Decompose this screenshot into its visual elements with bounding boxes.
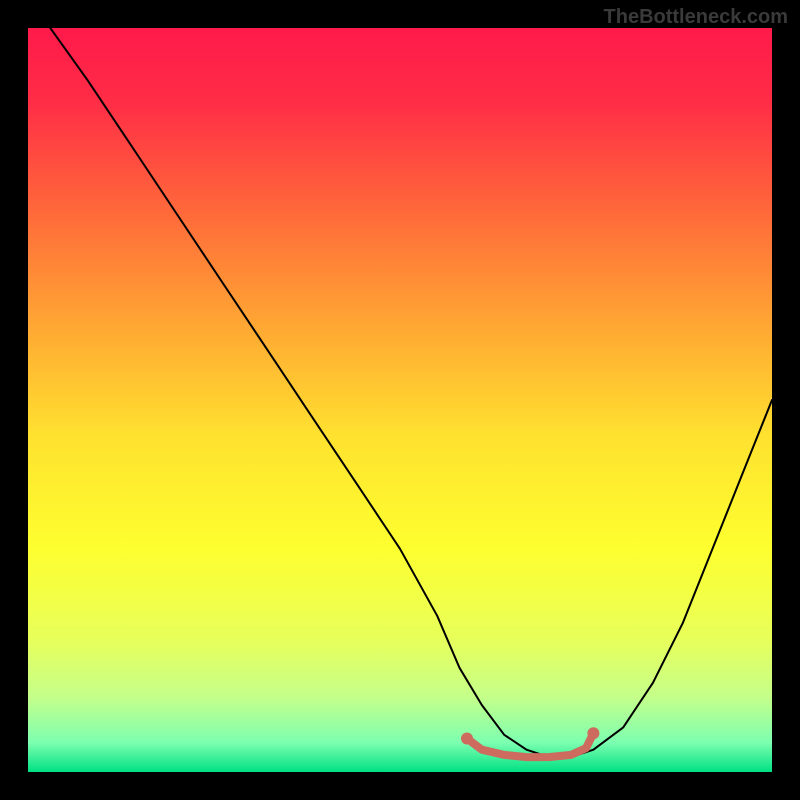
plot-area <box>28 28 772 772</box>
optimal-start-dot <box>461 733 473 745</box>
watermark-text: TheBottleneck.com <box>604 6 788 29</box>
chart-container: TheBottleneck.com <box>0 0 800 800</box>
chart-svg <box>28 28 772 772</box>
optimal-end-dot <box>587 727 599 739</box>
gradient-background <box>28 28 772 772</box>
